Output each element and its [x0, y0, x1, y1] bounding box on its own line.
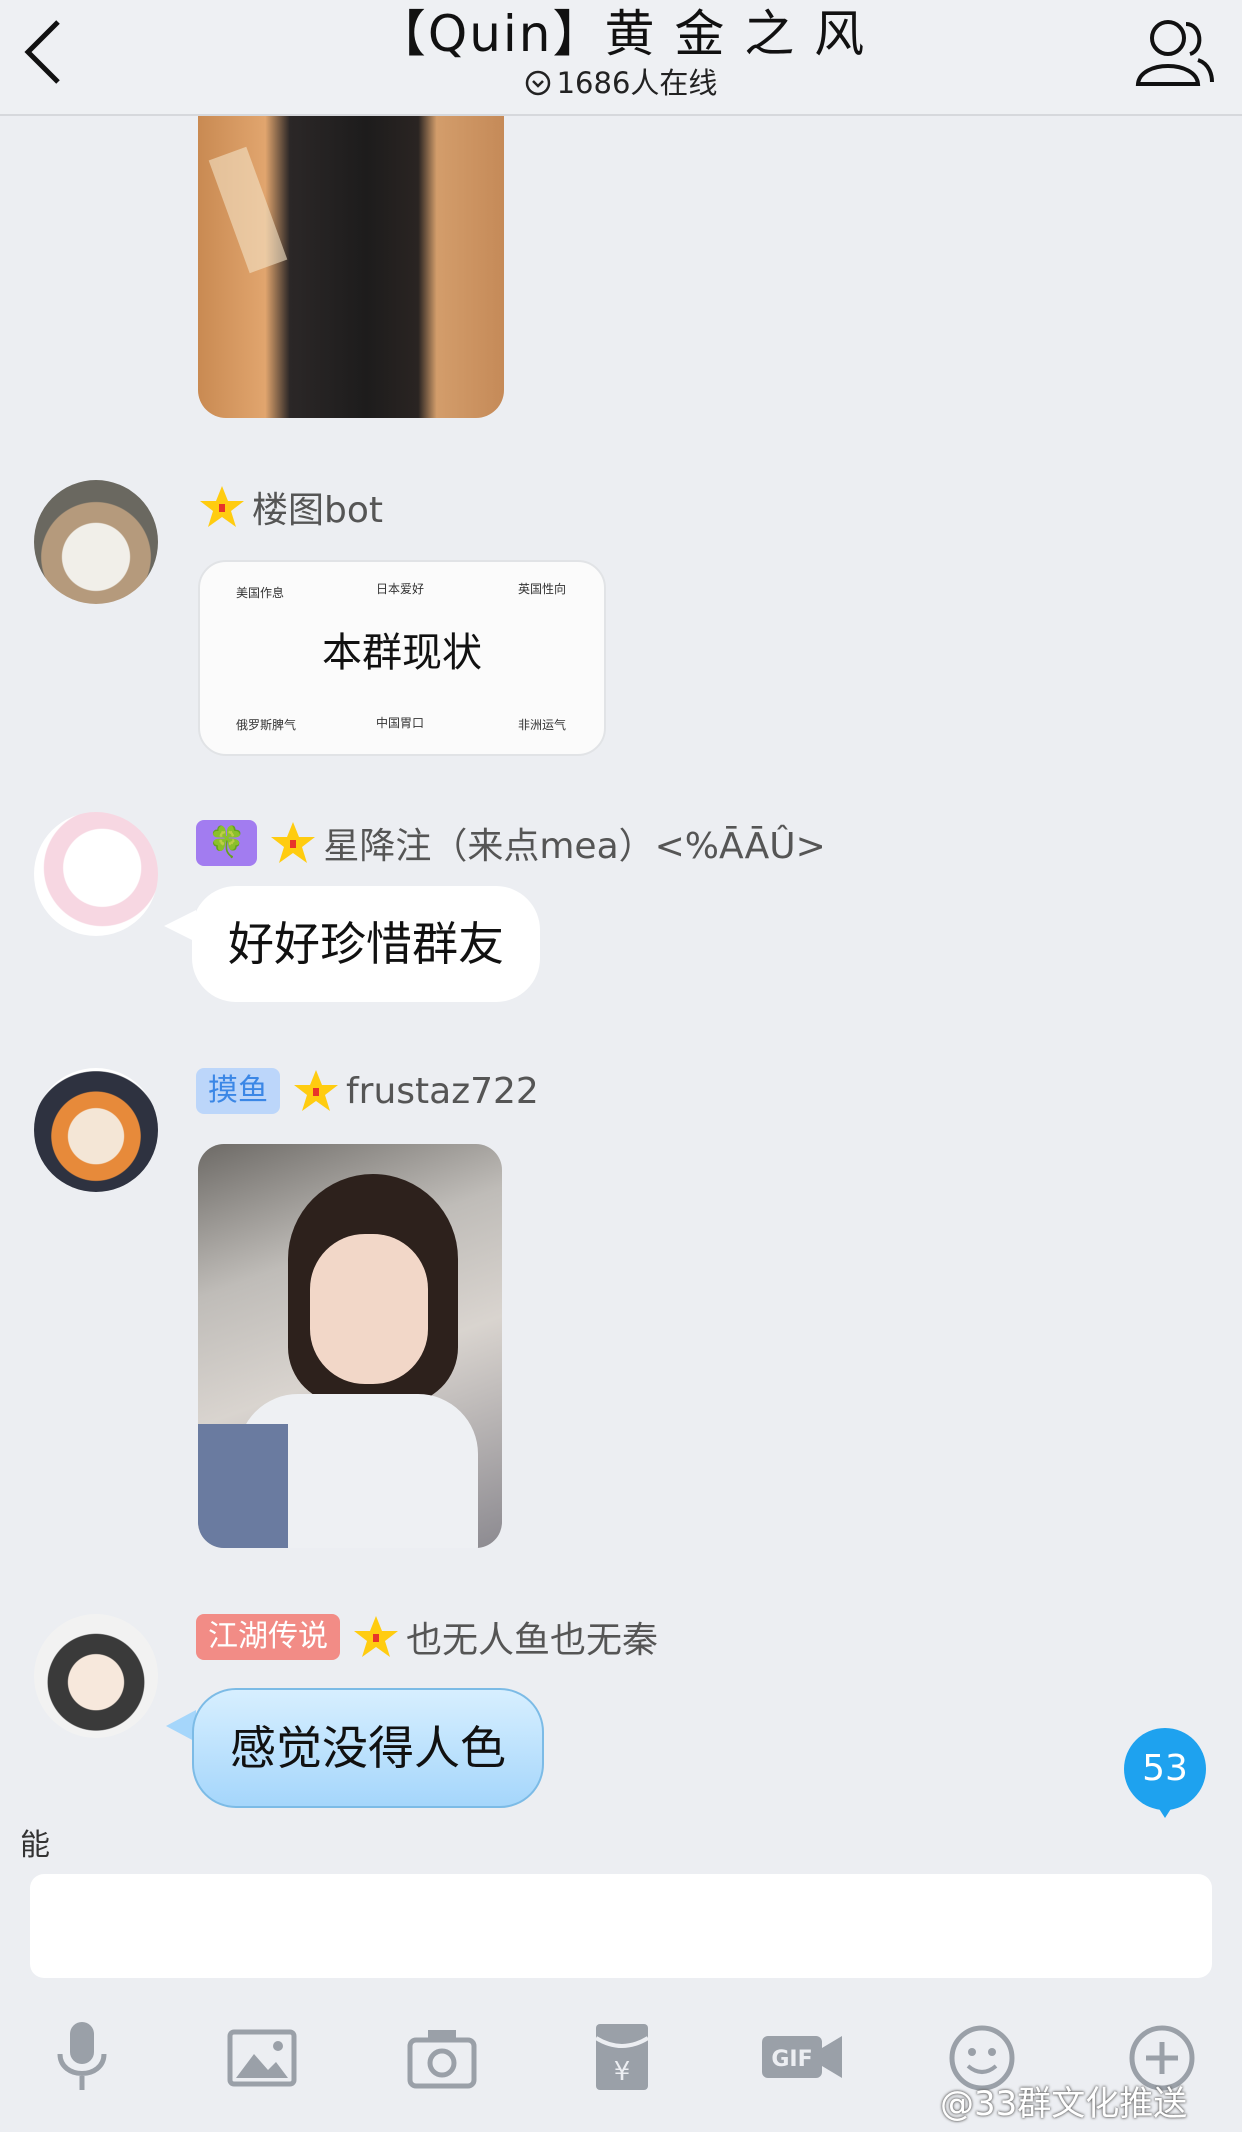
card-title: 本群现状: [322, 630, 482, 676]
message-bubble[interactable]: 感觉没得人色: [192, 1688, 544, 1808]
card-label: 美国作息: [236, 586, 285, 600]
watermark: @33群文化推送: [940, 2084, 1188, 2124]
card-label: 中国胃口: [376, 716, 425, 730]
svg-text:¥: ¥: [614, 2057, 631, 2087]
avatar[interactable]: [34, 1068, 158, 1192]
chat-title: 【Quin】黄 金 之 风: [375, 5, 867, 63]
message-input[interactable]: [30, 1874, 1212, 1978]
chevron-circle-icon: [525, 70, 550, 96]
chat-header: 【Quin】黄 金 之 风 1686人在线: [0, 0, 1242, 116]
svg-text:GIF: GIF: [771, 2047, 812, 2072]
sender-name: frustaz722: [346, 1070, 539, 1112]
red-packet-icon[interactable]: ¥: [584, 2014, 660, 2098]
sender-name: 星降注（来点mea）<%ĀĀÛ>: [323, 826, 826, 867]
online-count-text: 1686人在线: [556, 66, 718, 100]
sender-row: 江湖传说 也无人鱼也无秦: [196, 1612, 658, 1662]
unread-badge[interactable]: 53: [1124, 1728, 1206, 1810]
camera-icon[interactable]: [404, 2014, 480, 2098]
sender-row: 楼图bot: [198, 482, 383, 532]
star-badge-icon: [200, 486, 244, 527]
star-badge-icon: [294, 1070, 338, 1111]
card-label: 俄罗斯脾气: [236, 718, 297, 732]
card-label: 非洲运气: [518, 718, 567, 732]
star-badge-icon: [271, 822, 316, 863]
title-tag: 江湖传说: [196, 1614, 340, 1660]
message-bubble[interactable]: 好好珍惜群友: [192, 886, 540, 1002]
avatar[interactable]: [34, 1614, 158, 1738]
mic-icon[interactable]: [44, 2014, 120, 2098]
typed-text: 能: [20, 1828, 50, 1863]
avatar[interactable]: [34, 480, 158, 604]
star-badge-icon: [354, 1616, 398, 1657]
clover-tag: 🍀: [196, 820, 258, 866]
card-label: 英国性向: [518, 582, 567, 596]
sender-name: 也无人鱼也无秦: [406, 1620, 659, 1661]
photo-message[interactable]: [198, 1144, 502, 1548]
unread-badge-tail: [1156, 1804, 1174, 1818]
group-members-icon[interactable]: [1132, 14, 1216, 90]
card-label: 日本爱好: [376, 582, 425, 596]
title-tag: 摸鱼: [196, 1068, 280, 1114]
online-count: 1686人在线: [0, 64, 1242, 102]
sender-name: 楼图bot: [252, 490, 383, 531]
gif-icon[interactable]: GIF: [758, 2014, 848, 2098]
status-card[interactable]: 美国作息 日本爱好 英国性向 本群现状 俄罗斯脾气 中国胃口 非洲运气: [198, 560, 606, 756]
sender-row: 摸鱼 frustaz722: [196, 1066, 539, 1116]
image-icon[interactable]: [224, 2014, 300, 2098]
avatar[interactable]: [34, 812, 158, 936]
sender-row: 🍀 星降注（来点mea）<%ĀĀÛ>: [196, 818, 826, 868]
